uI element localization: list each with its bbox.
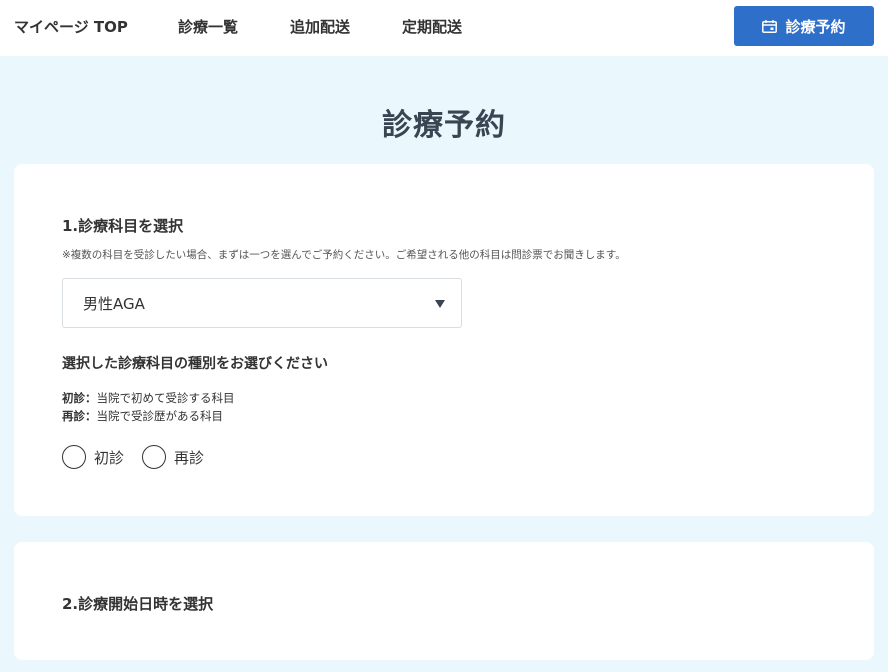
top-navigation: マイページ TOP 診療一覧 追加配送 定期配送 診療予約	[0, 0, 888, 56]
nav-mypage-top[interactable]: マイページ TOP	[14, 16, 128, 37]
radio-label: 再診	[174, 448, 205, 467]
section-heading-datetime: 2.診療開始日時を選択	[62, 595, 214, 613]
radio-return-visit[interactable]: 再診	[142, 445, 204, 469]
page-title: 診療予約	[382, 108, 506, 143]
definition-term: 再診：	[62, 409, 97, 423]
visit-type-radio-group: 初診 再診	[62, 445, 204, 469]
nav-consultation-list[interactable]: 診療一覧	[178, 16, 238, 37]
calendar-icon	[762, 19, 778, 33]
subject-select-value: 男性AGA	[83, 294, 145, 313]
subject-note: ※複数の科目を受診したい場合、まずは一つを選んでご予約ください。ご希望される他の…	[62, 249, 626, 261]
caret-down-icon	[435, 300, 445, 308]
nav-regular-delivery[interactable]: 定期配送	[402, 16, 462, 37]
subject-select[interactable]: 男性AGA	[62, 278, 462, 328]
radio-first-visit[interactable]: 初診	[62, 445, 124, 469]
radio-label: 初診	[94, 448, 125, 467]
nav-additional-delivery[interactable]: 追加配送	[290, 16, 350, 37]
definition-term: 初診：	[62, 391, 97, 405]
datetime-selection-card: 2.診療開始日時を選択	[14, 542, 874, 660]
definition-desc: 当院で受診歴がある科目	[96, 409, 224, 423]
visit-type-heading: 選択した診療科目の種別をお選びください	[62, 356, 328, 372]
reserve-button-label: 診療予約	[785, 17, 846, 36]
subject-selection-card: 1.診療科目を選択 ※複数の科目を受診したい場合、まずは一つを選んでご予約くださ…	[14, 164, 874, 516]
reserve-button[interactable]: 診療予約	[734, 6, 874, 46]
section-heading-subject: 1.診療科目を選択	[62, 217, 184, 235]
definition-return-visit: 再診：当院で受診歴がある科目	[62, 408, 223, 424]
definition-first-visit: 初診：当院で初めて受診する科目	[62, 390, 235, 406]
definition-desc: 当院で初めて受診する科目	[96, 391, 235, 405]
radio-circle[interactable]	[62, 445, 86, 469]
radio-circle[interactable]	[142, 445, 167, 469]
